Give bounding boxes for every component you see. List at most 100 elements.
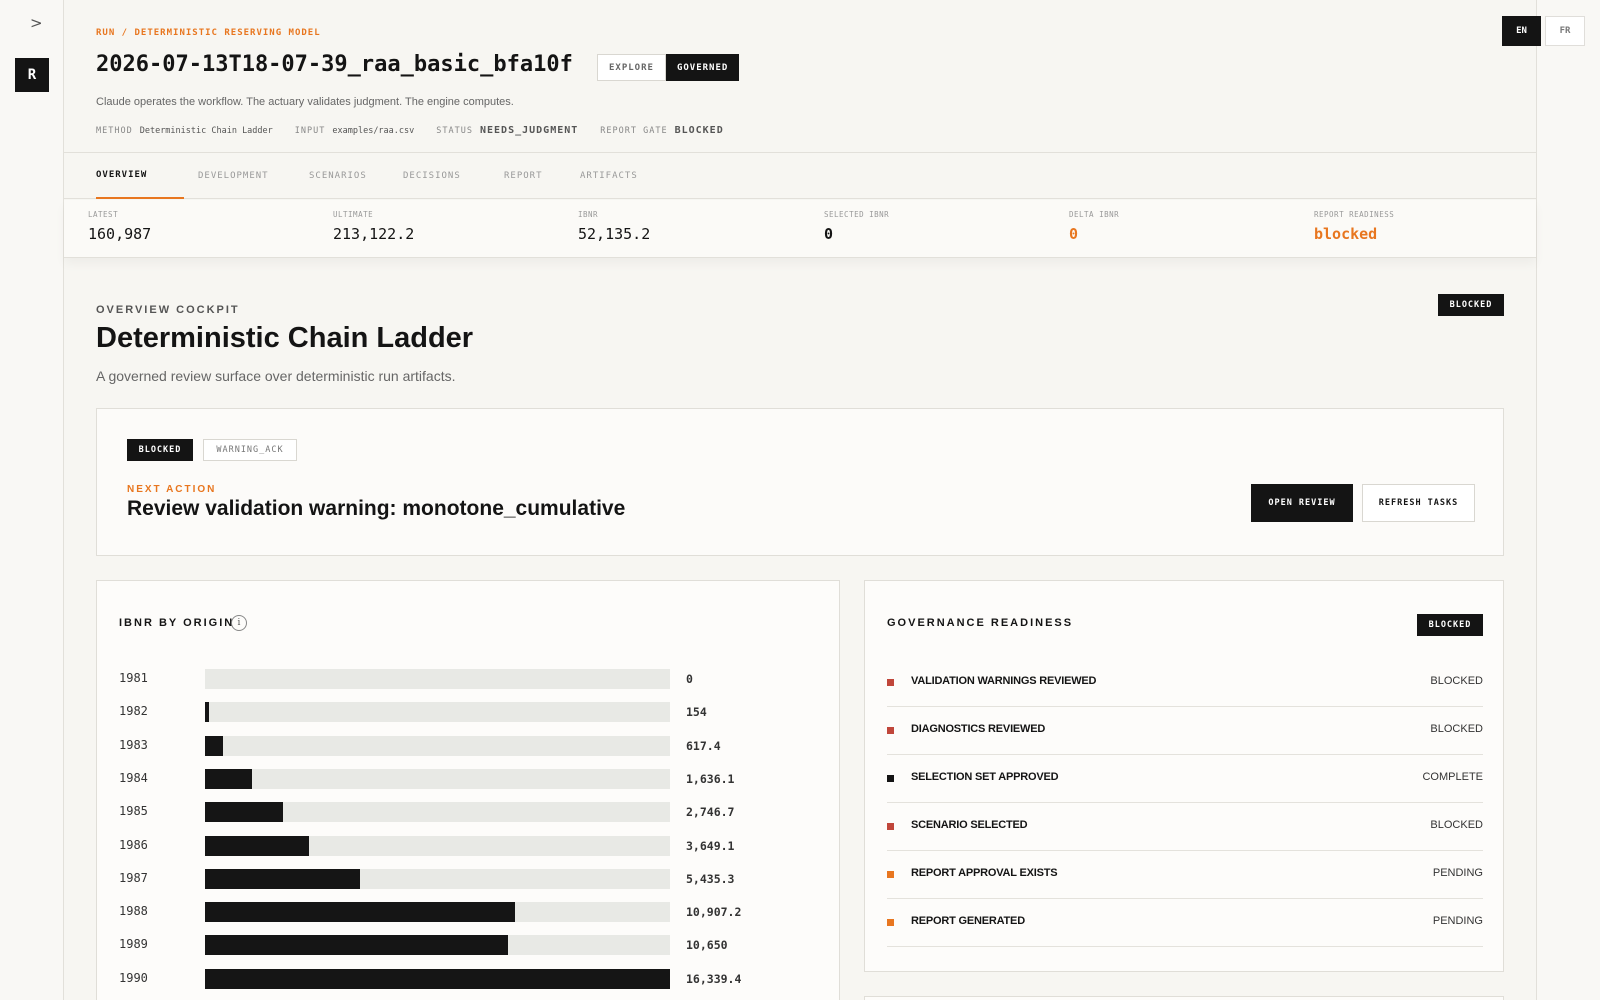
kpi-value: 160,987: [88, 225, 152, 243]
bar-row: 1984 1,636.1: [119, 768, 819, 789]
checklist-item-status: BLOCKED: [1430, 723, 1483, 735]
bar-category-label: 1990: [119, 970, 148, 985]
kpi-strip: LATEST 160,987 ULTIMATE 213,122.2 IBNR 5…: [64, 200, 1536, 258]
kpi-value: blocked: [1314, 225, 1378, 243]
kpi-ibnr: IBNR 52,135.2: [578, 210, 650, 243]
bar: [205, 935, 509, 956]
bar-category-label: 1986: [119, 837, 148, 852]
bar-value-label: 16,339.4: [686, 971, 742, 986]
next-action-label: NEXT ACTION: [127, 484, 217, 495]
next-action-card: BLOCKED WARNING_ACK NEXT ACTION Review v…: [96, 408, 1504, 556]
bar-track: [205, 735, 670, 756]
bar-value-label: 5,435.3: [686, 871, 735, 886]
breadcrumb[interactable]: RUN / DETERMINISTIC RESERVING MODEL: [96, 28, 321, 38]
kpi-value: 0: [824, 225, 834, 243]
bar-value-label: 617.4: [686, 738, 721, 753]
status-dot-icon: [887, 775, 894, 782]
mode-explore-button[interactable]: EXPLORE: [597, 54, 666, 81]
bar-value-label: 1,636.1: [686, 771, 735, 786]
tab-scenarios[interactable]: SCENARIOS: [309, 153, 367, 199]
tab-report[interactable]: REPORT: [504, 153, 543, 199]
bar-category-label: 1983: [119, 737, 148, 752]
status-badge: BLOCKED: [1438, 294, 1504, 316]
bar-row: 1987 5,435.3: [119, 868, 819, 889]
status-label: STATUS: [436, 126, 473, 136]
kpi-label: REPORT READINESS: [1314, 210, 1395, 219]
refresh-tasks-button[interactable]: REFRESH TASKS: [1362, 484, 1475, 522]
expand-sidebar-button[interactable]: >: [30, 14, 43, 32]
mode-toggle: EXPLORE GOVERNED: [597, 54, 740, 81]
section-label: OVERVIEW COCKPIT: [96, 304, 240, 316]
bar: [205, 868, 360, 889]
tab-artifacts[interactable]: ARTIFACTS: [580, 153, 638, 199]
open-review-button[interactable]: OPEN REVIEW: [1251, 484, 1353, 522]
bar: [205, 768, 252, 789]
checklist-item-label: VALIDATION WARNINGS REVIEWED: [911, 675, 1097, 687]
kpi-label: DELTA IBNR: [1069, 210, 1120, 219]
info-icon[interactable]: i: [231, 615, 247, 631]
bar-category-label: 1981: [119, 671, 148, 685]
checklist-item-status: PENDING: [1432, 915, 1483, 927]
tab-overview[interactable]: OVERVIEW: [96, 153, 184, 199]
bar-value-label: 10,650: [686, 938, 728, 953]
bar-row: 1990 16,339.4: [119, 968, 819, 989]
next-action-title: Review validation warning: monotone_cumu…: [127, 497, 626, 520]
kpi-value: 213,122.2: [333, 225, 415, 243]
governance-readiness-panel: GOVERNANCE READINESS BLOCKED VALIDATION …: [864, 580, 1504, 972]
bar-row: 1986 3,649.1: [119, 835, 819, 856]
method-value: Deterministic Chain Ladder: [139, 126, 273, 136]
page-title: Deterministic Chain Ladder: [96, 322, 474, 354]
bar-category-label: 1989: [119, 937, 148, 952]
tab-development[interactable]: DEVELOPMENT: [198, 153, 269, 199]
checklist-item-label: SCENARIO SELECTED: [911, 819, 1028, 831]
checklist-item-status: BLOCKED: [1430, 675, 1483, 687]
bar: [205, 735, 223, 756]
next-panel: [864, 996, 1504, 1000]
tagline: Claude operates the workflow. The actuar…: [96, 96, 514, 108]
checklist-item-label: REPORT GENERATED: [911, 915, 1025, 927]
report-gate-value: BLOCKED: [674, 125, 724, 136]
status-dot-icon: [887, 727, 894, 734]
checklist-item-status: PENDING: [1432, 867, 1483, 879]
bar: [205, 902, 516, 923]
bar-row: 1982 154: [119, 702, 819, 723]
kpi-label: SELECTED IBNR: [824, 210, 890, 219]
status-dot-icon: [887, 823, 894, 830]
app-logo[interactable]: R: [15, 58, 49, 92]
status-dot-icon: [887, 871, 894, 878]
bar-track: [205, 868, 670, 889]
report-gate-label: REPORT GATE: [600, 126, 668, 136]
checklist-item[interactable]: REPORT GENERATED PENDING: [887, 899, 1483, 947]
bar-track: [205, 802, 670, 823]
bar: [205, 702, 210, 723]
mode-governed-button[interactable]: GOVERNED: [665, 54, 740, 81]
bar-category-label: 1984: [119, 770, 148, 785]
bar-track: [205, 968, 670, 989]
bar-value-label: 2,746.7: [686, 805, 735, 820]
checklist-item[interactable]: DIAGNOSTICS REVIEWED BLOCKED: [887, 707, 1483, 755]
kpi-delta-ibnr: DELTA IBNR 0: [1069, 210, 1119, 243]
right-rail: [1536, 0, 1600, 1000]
left-rail: > R: [0, 0, 64, 1000]
lang-fr-button[interactable]: FR: [1545, 16, 1585, 46]
checklist-item[interactable]: REPORT APPROVAL EXISTS PENDING: [887, 851, 1483, 899]
checklist-item[interactable]: SELECTION SET APPROVED COMPLETE: [887, 755, 1483, 803]
blocked-badge: BLOCKED: [127, 439, 193, 461]
checklist-item[interactable]: SCENARIO SELECTED BLOCKED: [887, 803, 1483, 851]
checklist-item[interactable]: VALIDATION WARNINGS REVIEWED BLOCKED: [887, 659, 1483, 707]
input-label: INPUT: [294, 126, 326, 136]
lang-en-button[interactable]: EN: [1502, 16, 1541, 46]
governance-status-badge: BLOCKED: [1417, 614, 1483, 636]
bar-track: [205, 768, 670, 789]
bar: [205, 802, 284, 823]
kpi-value: 0: [1069, 225, 1079, 243]
bar-track: [205, 935, 670, 956]
bar-value-label: 154: [686, 705, 707, 720]
bar-track: [205, 702, 670, 723]
page-subtitle: A governed review surface over determini…: [96, 368, 456, 384]
governance-title: GOVERNANCE READINESS: [887, 617, 1074, 629]
kpi-latest: LATEST 160,987: [88, 210, 151, 243]
run-id-title: 2026-07-13T18-07-39_raa_basic_bfa10f: [96, 52, 573, 77]
tab-decisions[interactable]: DECISIONS: [403, 153, 461, 199]
bar: [205, 835, 309, 856]
